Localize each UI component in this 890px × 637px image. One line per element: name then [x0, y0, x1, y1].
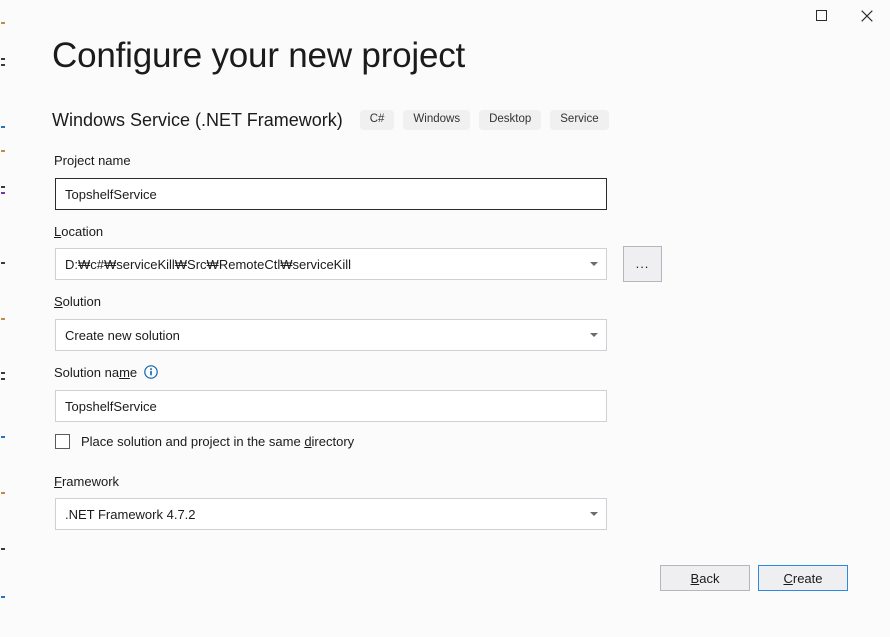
tag-language: C#: [359, 109, 395, 131]
project-name-input[interactable]: TopshelfService: [55, 178, 607, 210]
template-summary: Windows Service (.NET Framework) C# Wind…: [52, 107, 609, 133]
solution-value: Create new solution: [65, 327, 180, 343]
browse-location-button[interactable]: ...: [623, 246, 662, 282]
configure-project-dialog: Configure your new project Windows Servi…: [6, 0, 890, 637]
close-icon: [861, 9, 873, 22]
same-directory-checkbox-row[interactable]: Place solution and project in the same d…: [55, 434, 354, 449]
create-button[interactable]: Create: [758, 565, 848, 591]
info-icon-glyph: [144, 365, 158, 379]
tag-platform: Windows: [403, 109, 471, 131]
tag-service: Service: [550, 109, 609, 131]
project-name-label: Project name: [54, 153, 131, 168]
framework-combobox[interactable]: .NET Framework 4.7.2: [55, 498, 607, 530]
chevron-down-icon: [590, 262, 598, 266]
same-directory-checkbox[interactable]: [55, 434, 70, 449]
solution-name-input[interactable]: TopshelfService: [55, 390, 607, 422]
window-controls: [798, 0, 890, 31]
location-combobox[interactable]: D:₩c#₩serviceKill₩Src₩RemoteCtl₩serviceK…: [55, 248, 607, 280]
same-directory-label: Place solution and project in the same d…: [81, 434, 355, 449]
maximize-icon: [815, 10, 827, 21]
location-label: Location: [54, 224, 104, 239]
framework-label: Framework: [54, 474, 120, 489]
chevron-down-icon: [590, 512, 598, 516]
close-button[interactable]: [844, 0, 890, 31]
chevron-down-icon: [590, 333, 598, 337]
template-name: Windows Service (.NET Framework): [52, 109, 343, 130]
info-icon[interactable]: [144, 365, 158, 379]
solution-name-value: TopshelfService: [65, 398, 157, 414]
location-value: D:₩c#₩serviceKill₩Src₩RemoteCtl₩serviceK…: [65, 256, 352, 272]
back-button[interactable]: Back: [660, 565, 750, 591]
project-name-value: TopshelfService: [65, 186, 157, 202]
solution-name-label: Solution name: [54, 365, 158, 380]
tag-project-type: Desktop: [479, 109, 542, 131]
solution-combobox[interactable]: Create new solution: [55, 319, 607, 351]
framework-value: .NET Framework 4.7.2: [65, 506, 196, 522]
solution-label: Solution: [54, 294, 101, 309]
page-title: Configure your new project: [52, 36, 466, 75]
template-tags: C# Windows Desktop Service: [359, 109, 609, 131]
maximize-button[interactable]: [798, 0, 844, 31]
